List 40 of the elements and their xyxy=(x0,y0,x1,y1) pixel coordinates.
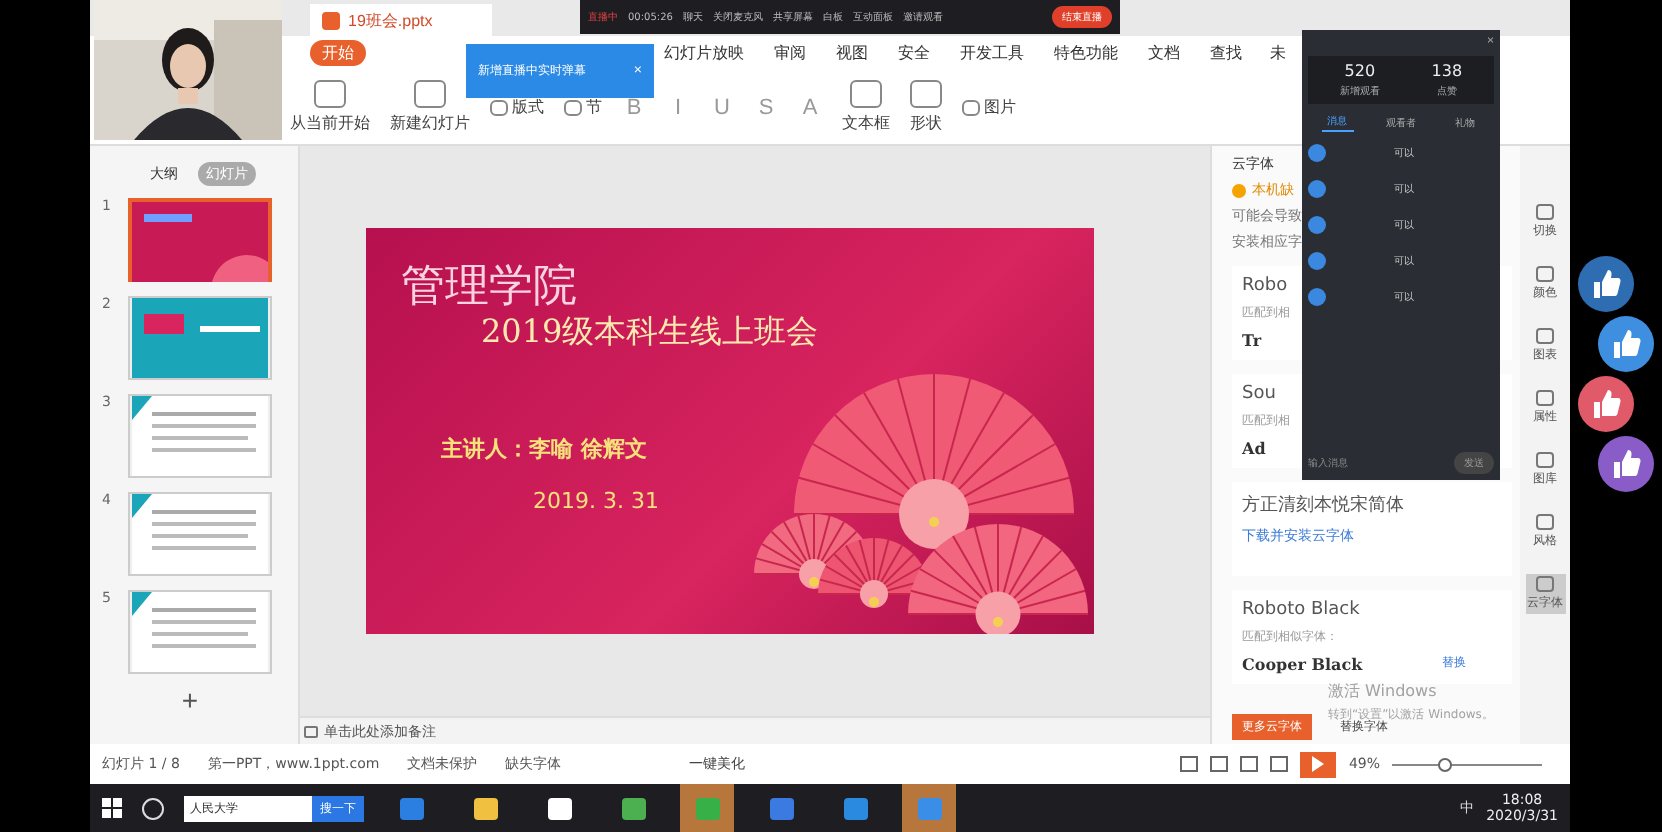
slide-thumbnail[interactable] xyxy=(128,296,272,380)
slide-speakers: 主讲人：李喻 徐辉文 xyxy=(441,434,647,464)
slide-thumbnail[interactable] xyxy=(128,590,272,674)
font-name: Robo xyxy=(1242,276,1288,296)
menu-tab[interactable]: 安全 xyxy=(886,40,942,66)
zoom-slider[interactable] xyxy=(1437,757,1451,771)
cortana-icon[interactable] xyxy=(142,797,164,819)
warning-icon xyxy=(1232,183,1246,197)
slide-subtitle: 2019级本科生线上班会 xyxy=(481,312,819,354)
menu-tab[interactable]: 特色功能 xyxy=(1042,40,1130,66)
activation-notice: 激活 Windows xyxy=(1328,682,1437,702)
toolbar-button[interactable]: 图片 xyxy=(962,96,1016,118)
slide-date: 2019. 3. 31 xyxy=(533,488,659,514)
note-icon xyxy=(304,725,318,737)
menu-tab[interactable]: 幻灯片放映 xyxy=(652,40,756,66)
windows-icon xyxy=(102,798,122,818)
document-icon xyxy=(322,11,340,29)
toolbar-button[interactable]: 文本框 xyxy=(842,80,890,134)
play-button[interactable] xyxy=(1300,751,1337,777)
stat-value: 138 xyxy=(1431,62,1463,80)
matched-font: Ad xyxy=(1242,438,1266,458)
font-name: 方正清刻本悦宋简体 xyxy=(1242,493,1404,518)
slide-title: 管理学院 xyxy=(401,260,577,316)
add-slide-button[interactable]: + xyxy=(169,682,211,718)
font-name: Roboto Black xyxy=(1242,600,1360,620)
menu-tab[interactable]: 开发工具 xyxy=(948,40,1036,66)
menu-button[interactable]: 查找 xyxy=(1198,40,1254,66)
menu-tab[interactable]: 审阅 xyxy=(762,40,818,66)
menu-tab[interactable]: 视图 xyxy=(824,40,880,66)
matched-font: Cooper Black xyxy=(1242,654,1363,674)
font-name: Sou xyxy=(1242,384,1276,404)
slide-thumbnail[interactable] xyxy=(128,394,272,478)
menu-button[interactable]: 未 xyxy=(1258,40,1298,66)
slide-thumbnail[interactable] xyxy=(128,198,272,282)
matched-font: Tr xyxy=(1242,330,1262,350)
stat-value: 520 xyxy=(1344,62,1376,80)
document-tab[interactable]: 19班会.pptx xyxy=(310,4,493,36)
slide-thumbnail[interactable] xyxy=(128,492,272,576)
menu-tab[interactable]: 文档 xyxy=(1136,40,1192,66)
toolbar-button[interactable]: 从当前开始 xyxy=(290,80,370,134)
